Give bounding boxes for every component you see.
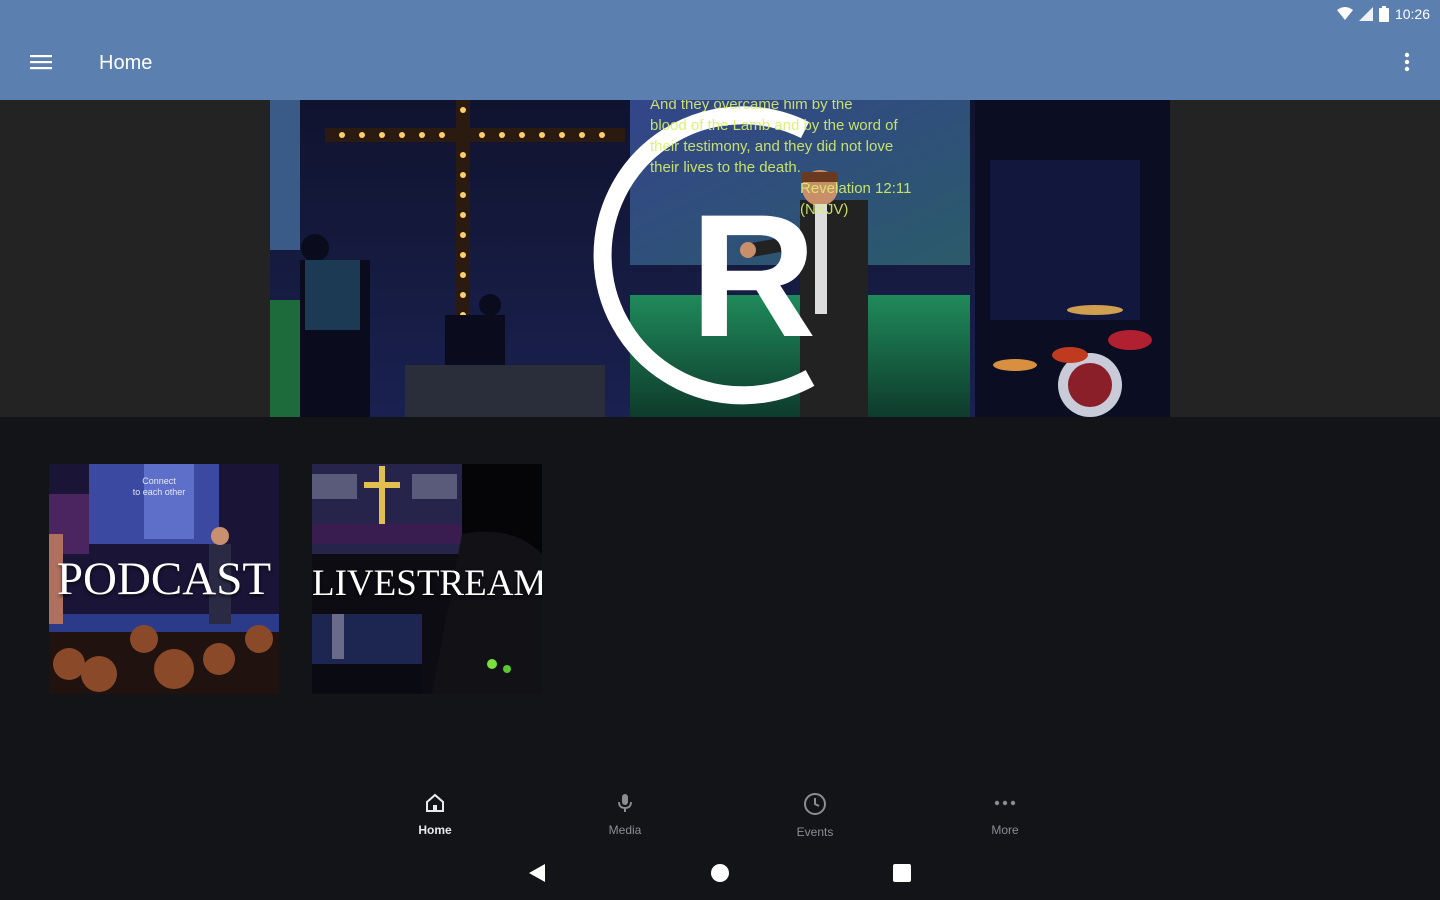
podcast-tile[interactable]: Connect to each other PODCAST	[49, 464, 279, 694]
system-navigation-bar	[0, 848, 1440, 900]
system-back-button[interactable]	[522, 860, 552, 890]
nav-media-label: Media	[608, 823, 642, 837]
home-circle-icon	[710, 863, 730, 888]
screen-line-2: blood of the Lamb and by the word of	[650, 117, 898, 134]
more-vertical-icon	[1404, 52, 1410, 77]
signal-icon	[1358, 7, 1373, 21]
hero-banner[interactable]: R And they overcame him by the blood of …	[270, 100, 1170, 417]
back-triangle-icon	[528, 863, 546, 888]
clock-icon	[803, 792, 827, 821]
sign-line-2: to each other	[132, 487, 186, 497]
wifi-icon	[1336, 7, 1353, 21]
screen-line-1: And they overcame him by the	[650, 100, 853, 113]
status-time: 10:26	[1394, 6, 1430, 22]
hero-screen-text: And they overcame him by the blood of th…	[650, 100, 960, 220]
nav-home-label: Home	[418, 823, 452, 837]
home-icon	[424, 792, 446, 819]
app-bar: Home	[0, 28, 1440, 100]
podcast-sign: Connect to each other	[99, 476, 219, 498]
screen-line-3: their testimony, and they did not love	[650, 138, 894, 155]
status-bar: 10:26	[0, 0, 1440, 28]
page-title: Home	[99, 52, 153, 74]
battery-icon	[1378, 6, 1389, 22]
sign-line-1: Connect	[142, 476, 176, 486]
nav-events-label: Events	[796, 825, 834, 839]
livestream-tile[interactable]: LIVESTREAM	[312, 464, 542, 694]
bottom-navigation: Home Media Events More	[340, 780, 1100, 840]
more-horizontal-icon	[993, 792, 1017, 819]
livestream-label: LIVESTREAM	[312, 563, 542, 604]
menu-button[interactable]	[20, 44, 62, 84]
system-home-button[interactable]	[705, 860, 735, 890]
microphone-icon	[614, 792, 636, 819]
nav-events[interactable]: Events	[720, 780, 910, 840]
nav-more[interactable]: More	[910, 780, 1100, 840]
nav-home[interactable]: Home	[340, 780, 530, 840]
nav-more-label: More	[991, 823, 1019, 837]
hamburger-menu-icon	[30, 53, 52, 76]
status-icons: 10:26	[1336, 4, 1430, 24]
system-recents-button[interactable]	[887, 860, 917, 890]
nav-media[interactable]: Media	[530, 780, 720, 840]
podcast-label: PODCAST	[56, 553, 272, 605]
screen-line-4: their lives to the death.	[650, 159, 801, 176]
screen-line-5: Revelation 12:11 (NKJV)	[800, 180, 912, 218]
overflow-menu-button[interactable]	[1392, 44, 1422, 84]
recents-square-icon	[892, 863, 912, 888]
